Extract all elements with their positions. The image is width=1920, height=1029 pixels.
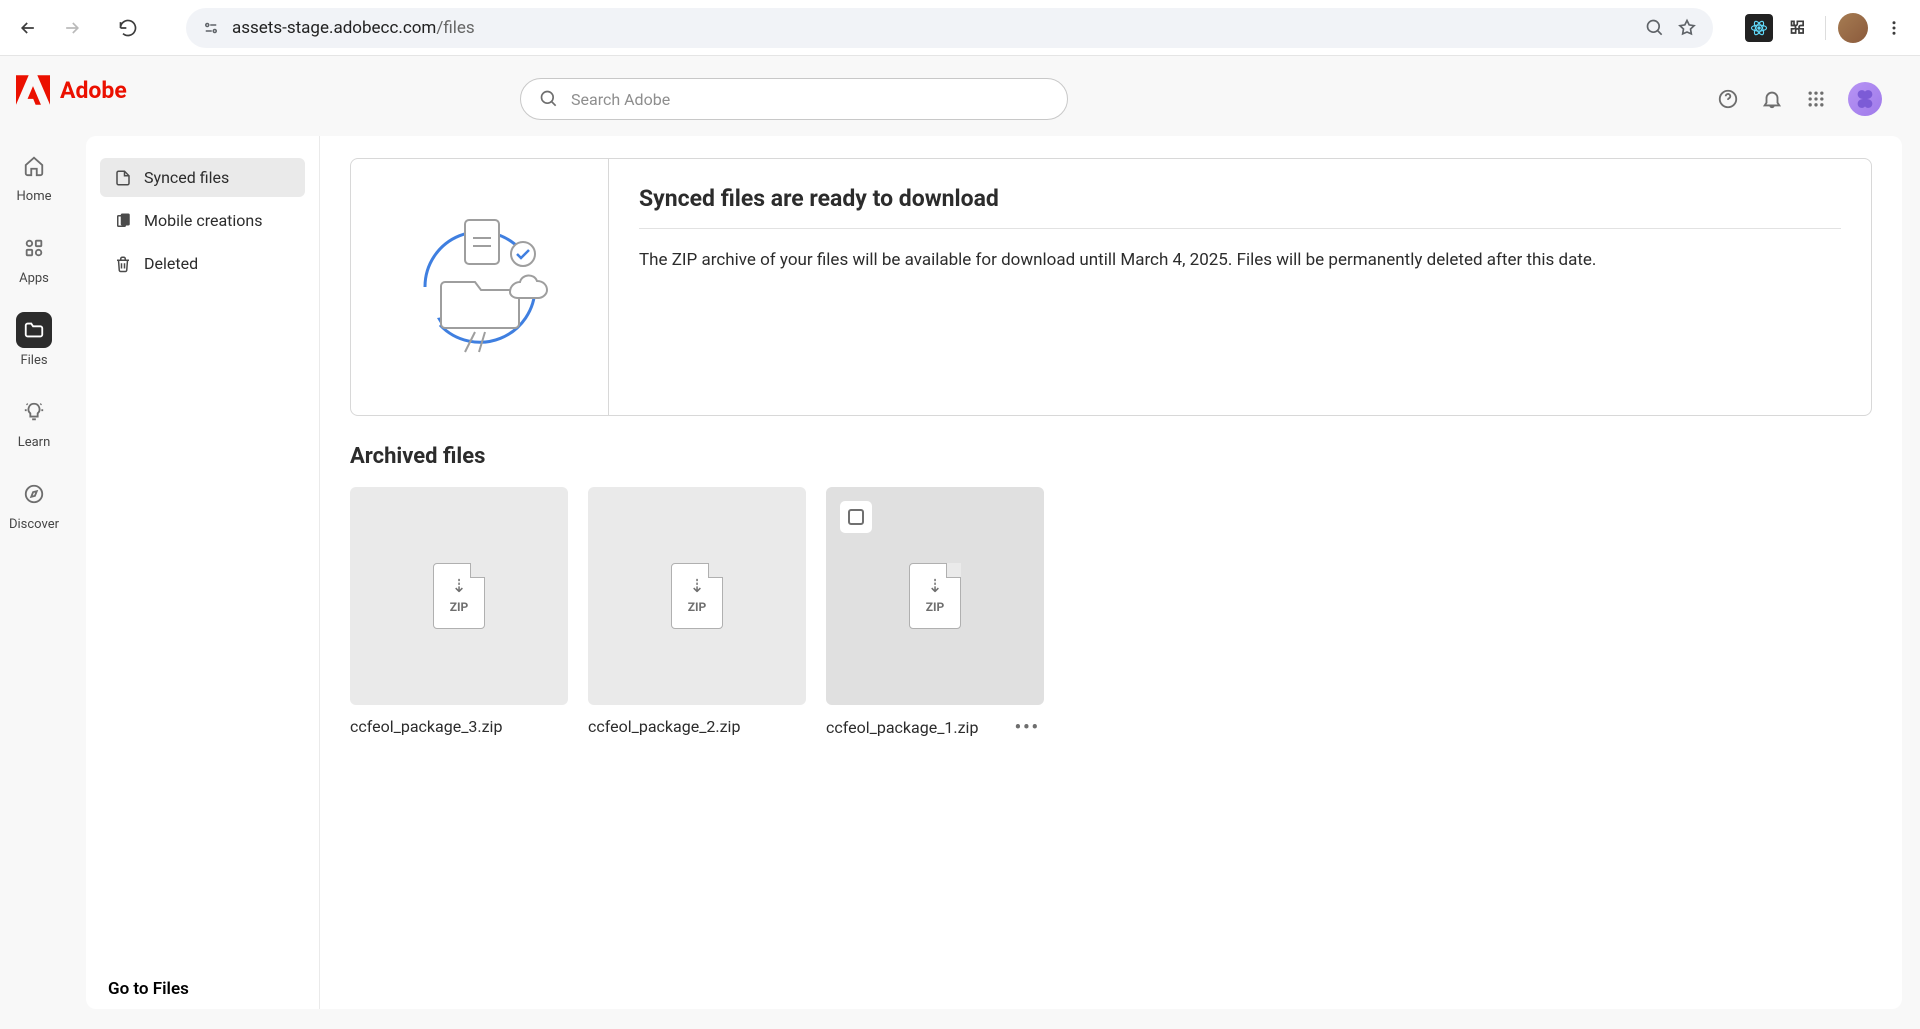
apps-icon: [23, 237, 45, 259]
file-name: ccfeol_package_1.zip: [826, 718, 978, 737]
banner-description: The ZIP archive of your files will be av…: [639, 247, 1841, 273]
help-button[interactable]: [1716, 87, 1740, 111]
file-thumbnail[interactable]: ⇣ ZIP: [826, 487, 1044, 705]
divider: [1825, 16, 1826, 40]
sidebar-item-label: Mobile creations: [144, 211, 263, 230]
nav-rail: Home Apps Files Learn Discover: [0, 56, 68, 1029]
browser-toolbar: assets-stage.adobecc.com/files: [0, 0, 1920, 56]
url-text: assets-stage.adobecc.com/files: [232, 18, 1633, 38]
rail-label-files: Files: [20, 353, 47, 368]
file-thumbnail[interactable]: ⇣ ZIP: [588, 487, 806, 705]
adobe-logo[interactable]: Adobe: [16, 75, 127, 105]
user-avatar[interactable]: [1848, 82, 1882, 116]
address-bar[interactable]: assets-stage.adobecc.com/files: [186, 8, 1713, 48]
bell-icon: [1761, 88, 1783, 110]
divider: [639, 228, 1841, 229]
arrow-left-icon: [18, 18, 38, 38]
rail-item-discover[interactable]: Discover: [9, 476, 59, 532]
zip-file-icon: ⇣ ZIP: [909, 563, 961, 629]
zip-file-icon: ⇣ ZIP: [433, 563, 485, 629]
file-name: ccfeol_package_3.zip: [350, 717, 502, 736]
browser-menu-button[interactable]: [1880, 14, 1908, 42]
more-vertical-icon: [1885, 19, 1903, 37]
rail-item-learn[interactable]: Learn: [16, 394, 52, 450]
help-icon: [1717, 88, 1739, 110]
notifications-button[interactable]: [1760, 87, 1784, 111]
puzzle-icon: [1789, 18, 1809, 38]
file-icon: [114, 169, 132, 187]
archived-files-heading: Archived files: [350, 444, 1872, 469]
zip-file-icon: ⇣ ZIP: [671, 563, 723, 629]
extensions-button[interactable]: [1785, 14, 1813, 42]
rail-label-discover: Discover: [9, 517, 59, 532]
folder-icon: [23, 319, 45, 341]
nav-back-button[interactable]: [12, 12, 44, 44]
search-icon: [539, 89, 559, 109]
file-sidebar: Synced files Mobile creations Deleted: [86, 136, 320, 1009]
browser-profile-avatar[interactable]: [1838, 13, 1868, 43]
file-name: ccfeol_package_2.zip: [588, 717, 740, 736]
sidebar-item-mobile-creations[interactable]: Mobile creations: [100, 201, 305, 240]
sidebar-item-label: Synced files: [144, 168, 229, 187]
site-settings-icon[interactable]: [202, 19, 220, 37]
sidebar-item-deleted[interactable]: Deleted: [100, 244, 305, 283]
url-host: assets-stage.adobecc.com: [232, 18, 436, 38]
main-panel: Synced files Mobile creations Deleted: [86, 136, 1902, 1009]
adobe-logo-text: Adobe: [60, 77, 127, 104]
app-switcher-button[interactable]: [1804, 87, 1828, 111]
file-checkbox[interactable]: [840, 501, 872, 533]
trash-icon: [114, 255, 132, 273]
reload-icon: [118, 18, 138, 38]
file-thumbnail[interactable]: ⇣ ZIP: [350, 487, 568, 705]
app-body: Home Apps Files Learn Discover Synced fi…: [0, 56, 1920, 1029]
reload-button[interactable]: [112, 12, 144, 44]
content-area: Synced files are ready to download The Z…: [320, 136, 1902, 1009]
bookmark-star-icon[interactable]: [1677, 18, 1697, 38]
download-banner: Synced files are ready to download The Z…: [350, 158, 1872, 416]
sidebar-item-label: Deleted: [144, 254, 198, 273]
butterfly-icon: [1854, 88, 1876, 110]
file-card: ⇣ ZIP ccfeol_package_2.zip: [588, 487, 806, 738]
url-path: /files: [436, 18, 474, 38]
home-icon: [23, 155, 45, 177]
search-box[interactable]: [520, 78, 1068, 120]
app-header: [160, 70, 1900, 128]
mobile-icon: [114, 212, 132, 230]
rail-label-home: Home: [17, 189, 52, 204]
file-more-actions-button[interactable]: •••: [1011, 717, 1044, 738]
zoom-icon[interactable]: [1645, 18, 1665, 38]
archived-files-grid: ⇣ ZIP ccfeol_package_3.zip ⇣ ZIP: [350, 487, 1872, 738]
arrow-right-icon: [62, 18, 82, 38]
search-input[interactable]: [571, 90, 1049, 109]
go-to-files-link[interactable]: Go to Files: [108, 979, 189, 999]
rail-item-files[interactable]: Files: [16, 312, 52, 368]
file-card: ⇣ ZIP ccfeol_package_3.zip: [350, 487, 568, 738]
banner-illustration: [351, 159, 609, 415]
compass-icon: [23, 483, 45, 505]
lightbulb-icon: [23, 401, 45, 423]
sync-folder-illustration-icon: [395, 202, 565, 372]
nav-forward-button: [56, 12, 88, 44]
banner-title: Synced files are ready to download: [639, 185, 1841, 212]
rail-label-learn: Learn: [18, 435, 51, 450]
rail-label-apps: Apps: [19, 271, 49, 286]
file-card: ⇣ ZIP ccfeol_package_1.zip •••: [826, 487, 1044, 738]
rail-item-apps[interactable]: Apps: [16, 230, 52, 286]
atom-icon: [1750, 19, 1768, 37]
react-devtools-extension-icon[interactable]: [1745, 14, 1773, 42]
adobe-logo-icon: [16, 75, 50, 105]
rail-item-home[interactable]: Home: [16, 148, 52, 204]
sidebar-item-synced-files[interactable]: Synced files: [100, 158, 305, 197]
grid-icon: [1806, 89, 1826, 109]
